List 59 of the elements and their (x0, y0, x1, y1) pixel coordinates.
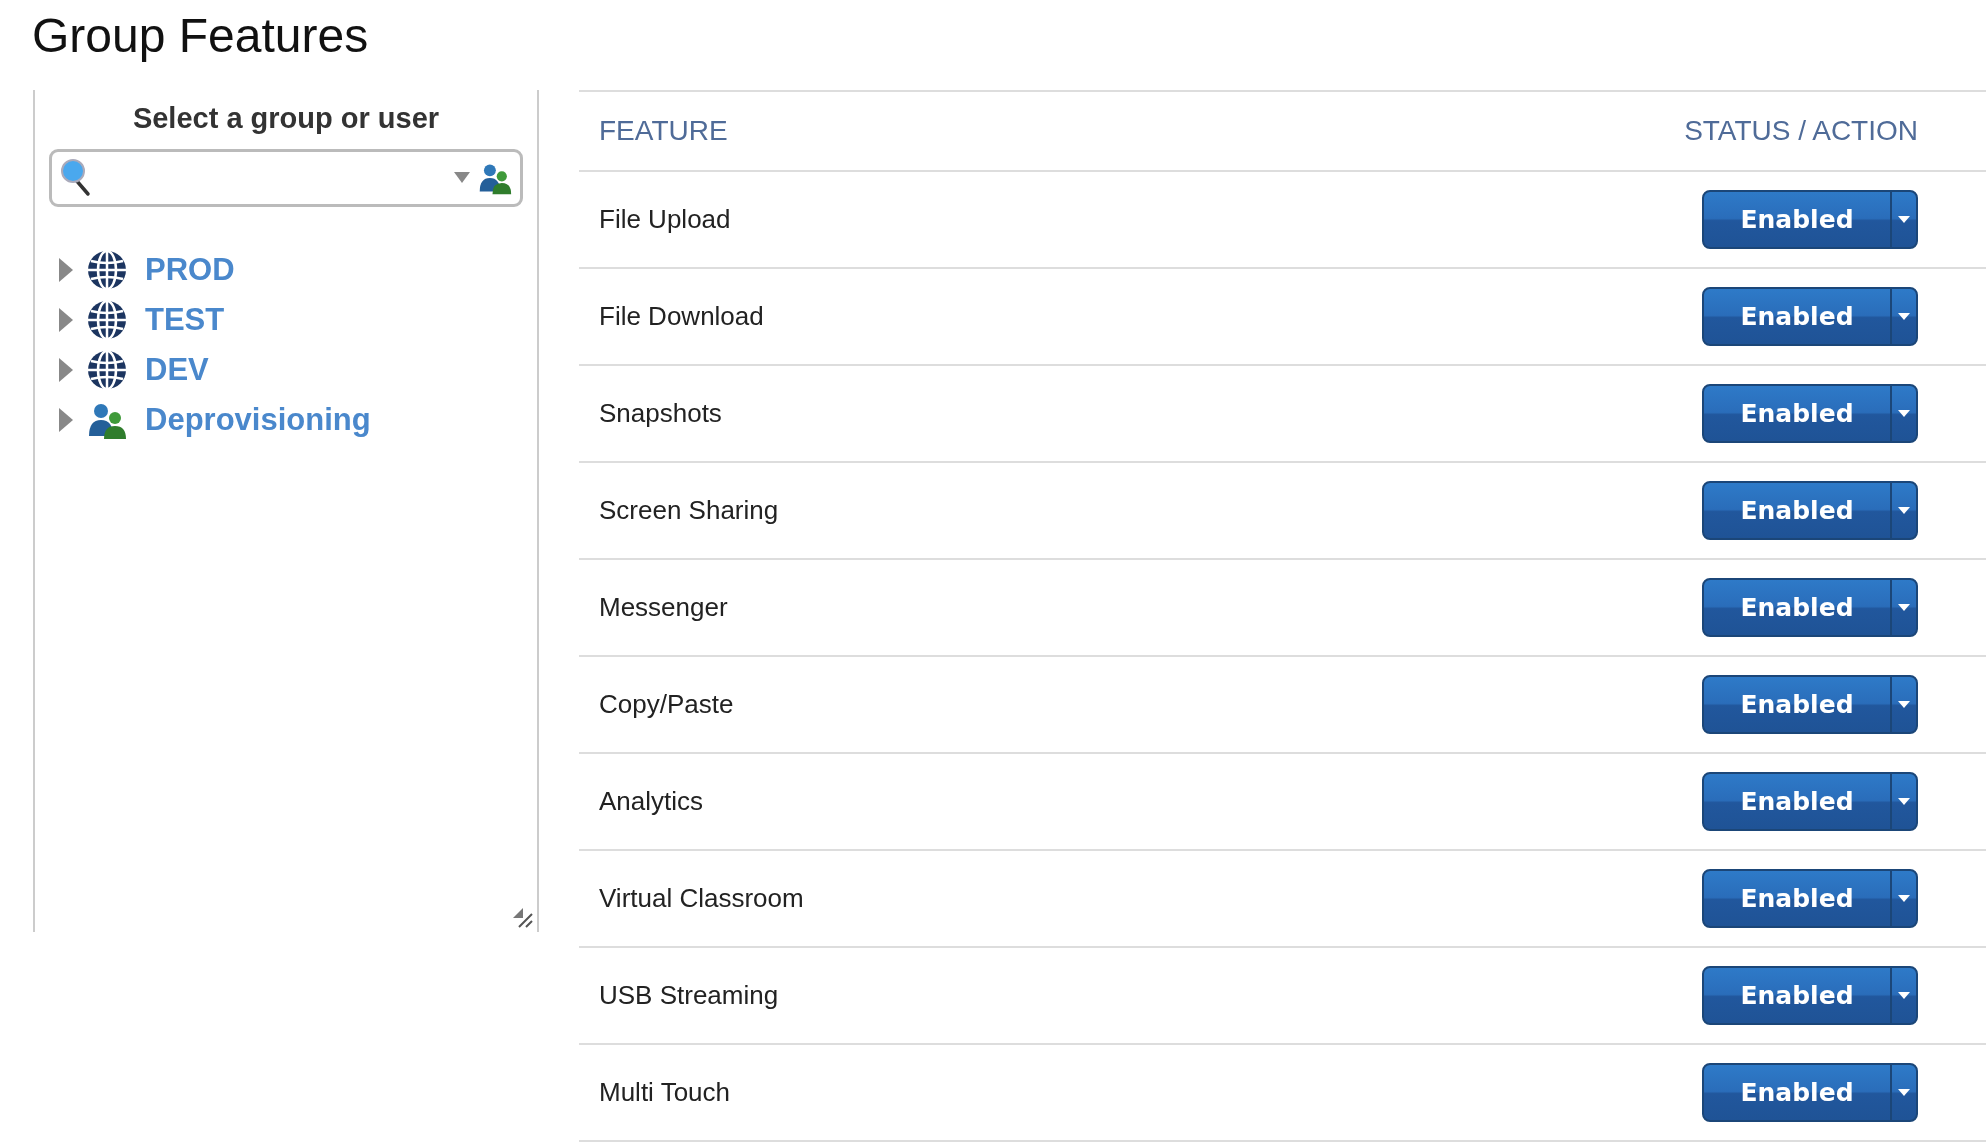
caret-icon (1898, 797, 1910, 806)
column-header: FEATURE (599, 115, 728, 147)
status-dropdown[interactable]: Enabled (1702, 675, 1918, 734)
globe-icon (87, 349, 127, 390)
caret-icon (1898, 312, 1910, 321)
expand-arrow-icon[interactable] (57, 257, 73, 282)
status-button[interactable]: Enabled (1704, 871, 1890, 926)
caret-icon (1898, 603, 1910, 612)
feature-name: File Download (599, 301, 764, 332)
caret-icon (1898, 215, 1910, 224)
status-button[interactable]: Enabled (1704, 968, 1890, 1023)
status-dropdown[interactable]: Enabled (1702, 772, 1918, 831)
resize-grip-icon[interactable] (511, 906, 533, 928)
feature-name: Virtual Classroom (599, 883, 804, 914)
status-dropdown[interactable]: Enabled (1702, 190, 1918, 249)
caret-icon (1898, 409, 1910, 418)
status-button[interactable]: Enabled (1704, 1065, 1890, 1120)
status-dropdown[interactable]: Enabled (1702, 287, 1918, 346)
status-button[interactable]: Enabled (1704, 774, 1890, 829)
feature-name: Multi Touch (599, 1077, 731, 1108)
tree-item[interactable]: TEST (145, 301, 225, 338)
status-dropdown[interactable]: Enabled (1702, 966, 1918, 1025)
feature-name: File Upload (599, 204, 731, 235)
page-title: Group Features (32, 8, 370, 64)
search-field[interactable] (49, 149, 523, 207)
status-button[interactable]: Enabled (1704, 677, 1890, 732)
tree-item[interactable]: Deprovisioning (145, 401, 371, 438)
sidebar-heading: Select a group or user (132, 102, 440, 135)
users-icon (478, 161, 512, 195)
status-dropdown[interactable]: Enabled (1702, 578, 1918, 637)
expand-arrow-icon[interactable] (57, 407, 73, 432)
expand-arrow-icon[interactable] (57, 357, 73, 382)
feature-name: USB Streaming (599, 980, 779, 1011)
tree-item[interactable]: PROD (145, 251, 235, 288)
status-dropdown[interactable]: Enabled (1702, 869, 1918, 928)
caret-icon (1898, 894, 1910, 903)
status-button[interactable]: Enabled (1704, 386, 1890, 441)
status-dropdown[interactable]: Enabled (1702, 481, 1918, 540)
caret-icon (1898, 1088, 1910, 1097)
feature-name: Messenger (599, 592, 728, 623)
feature-name: Snapshots (599, 398, 722, 429)
status-button[interactable]: Enabled (1704, 192, 1890, 247)
status-dropdown[interactable]: Enabled (1702, 1063, 1918, 1122)
feature-name: Screen Sharing (599, 495, 779, 526)
caret-icon (1898, 506, 1910, 515)
column-header: STATUS / ACTION (1684, 115, 1918, 147)
caret-icon (1898, 991, 1910, 1000)
feature-name: Analytics (599, 786, 704, 817)
tree-item[interactable]: DEV (145, 351, 209, 388)
caret-icon (1898, 700, 1910, 709)
dropdown-caret-icon[interactable] (454, 172, 470, 184)
status-button[interactable]: Enabled (1704, 289, 1890, 344)
globe-icon (87, 299, 127, 340)
status-dropdown[interactable]: Enabled (1702, 384, 1918, 443)
status-button[interactable]: Enabled (1704, 483, 1890, 538)
status-button[interactable]: Enabled (1704, 580, 1890, 635)
globe-icon (87, 249, 127, 290)
expand-arrow-icon[interactable] (57, 307, 73, 332)
feature-name: Copy/Paste (599, 689, 734, 720)
